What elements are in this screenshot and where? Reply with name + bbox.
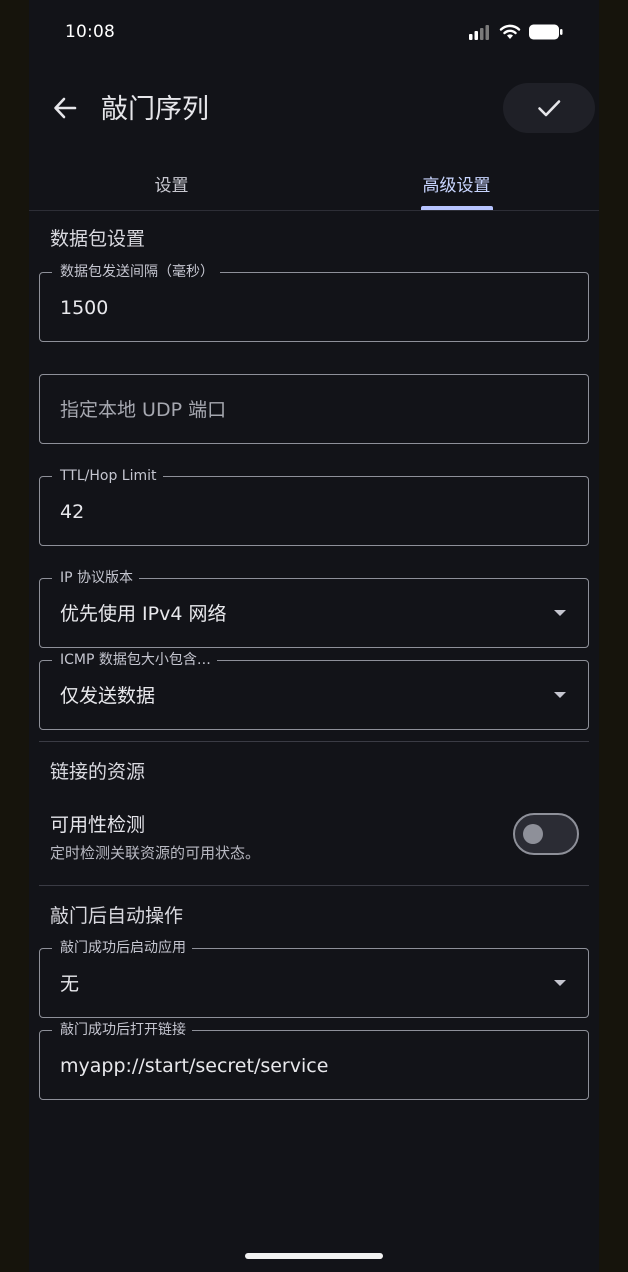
- open-link-field[interactable]: 敲门成功后打开链接 myapp://start/secret/service: [39, 1021, 589, 1100]
- page-title: 敲门序列: [101, 94, 209, 125]
- status-bar: 10:08: [29, 0, 599, 66]
- status-icons: [469, 24, 563, 40]
- confirm-button[interactable]: [503, 83, 595, 133]
- tab-bar: 设置 高级设置: [29, 156, 599, 211]
- dropdown-arrow-icon: [554, 610, 566, 616]
- launch-app-value: 无: [60, 973, 80, 995]
- battery-icon: [529, 24, 563, 40]
- availability-check-subtitle: 定时检测关联资源的可用状态。: [50, 844, 261, 862]
- tab-advanced-settings[interactable]: 高级设置: [314, 156, 599, 210]
- icmp-size-value: 仅发送数据: [60, 685, 156, 707]
- app-screen: 10:08 敲门序列 设置 高级设置 数据包设置 数据包发送间隔（毫秒） 150…: [29, 0, 599, 1272]
- section-title-packet: 数据包设置: [50, 228, 146, 250]
- icmp-size-dropdown[interactable]: ICMP 数据包大小包含… 仅发送数据: [39, 651, 589, 730]
- status-time: 10:08: [65, 22, 115, 42]
- launch-app-label: 敲门成功后启动应用: [52, 939, 192, 957]
- icmp-size-label: ICMP 数据包大小包含…: [52, 651, 217, 669]
- ip-version-value: 优先使用 IPv4 网络: [60, 603, 227, 625]
- availability-check-switch[interactable]: [513, 813, 579, 855]
- divider: [39, 741, 589, 742]
- open-link-value: myapp://start/secret/service: [60, 1055, 329, 1077]
- dropdown-arrow-icon: [554, 692, 566, 698]
- back-button[interactable]: [43, 86, 87, 130]
- section-title-linked-resources: 链接的资源: [50, 761, 146, 783]
- home-indicator[interactable]: [245, 1253, 383, 1259]
- switch-thumb: [523, 824, 543, 844]
- udp-port-placeholder: 指定本地 UDP 端口: [60, 399, 227, 421]
- udp-port-field[interactable]: 指定本地 UDP 端口: [39, 374, 589, 444]
- open-link-label: 敲门成功后打开链接: [52, 1021, 192, 1039]
- check-icon: [538, 100, 561, 117]
- ttl-label: TTL/Hop Limit: [52, 467, 163, 485]
- arrow-left-icon: [54, 97, 77, 119]
- ttl-field[interactable]: TTL/Hop Limit 42: [39, 467, 589, 546]
- tab-indicator: [421, 206, 493, 210]
- launch-app-dropdown[interactable]: 敲门成功后启动应用 无: [39, 939, 589, 1018]
- top-app-bar: 敲门序列: [29, 66, 599, 154]
- availability-check-title: 可用性检测: [50, 814, 146, 836]
- ttl-value: 42: [60, 501, 85, 523]
- section-title-after-knock: 敲门后自动操作: [50, 905, 184, 927]
- signal-icon: [469, 25, 489, 40]
- packet-interval-label: 数据包发送间隔（毫秒）: [52, 263, 220, 281]
- wifi-icon: [499, 24, 521, 39]
- divider: [39, 885, 589, 886]
- ip-version-label: IP 协议版本: [52, 569, 140, 587]
- dropdown-arrow-icon: [554, 980, 566, 986]
- tab-settings[interactable]: 设置: [29, 156, 314, 210]
- packet-interval-field[interactable]: 数据包发送间隔（毫秒） 1500: [39, 263, 589, 342]
- packet-interval-value: 1500: [60, 297, 109, 319]
- ip-version-dropdown[interactable]: IP 协议版本 优先使用 IPv4 网络: [39, 569, 589, 648]
